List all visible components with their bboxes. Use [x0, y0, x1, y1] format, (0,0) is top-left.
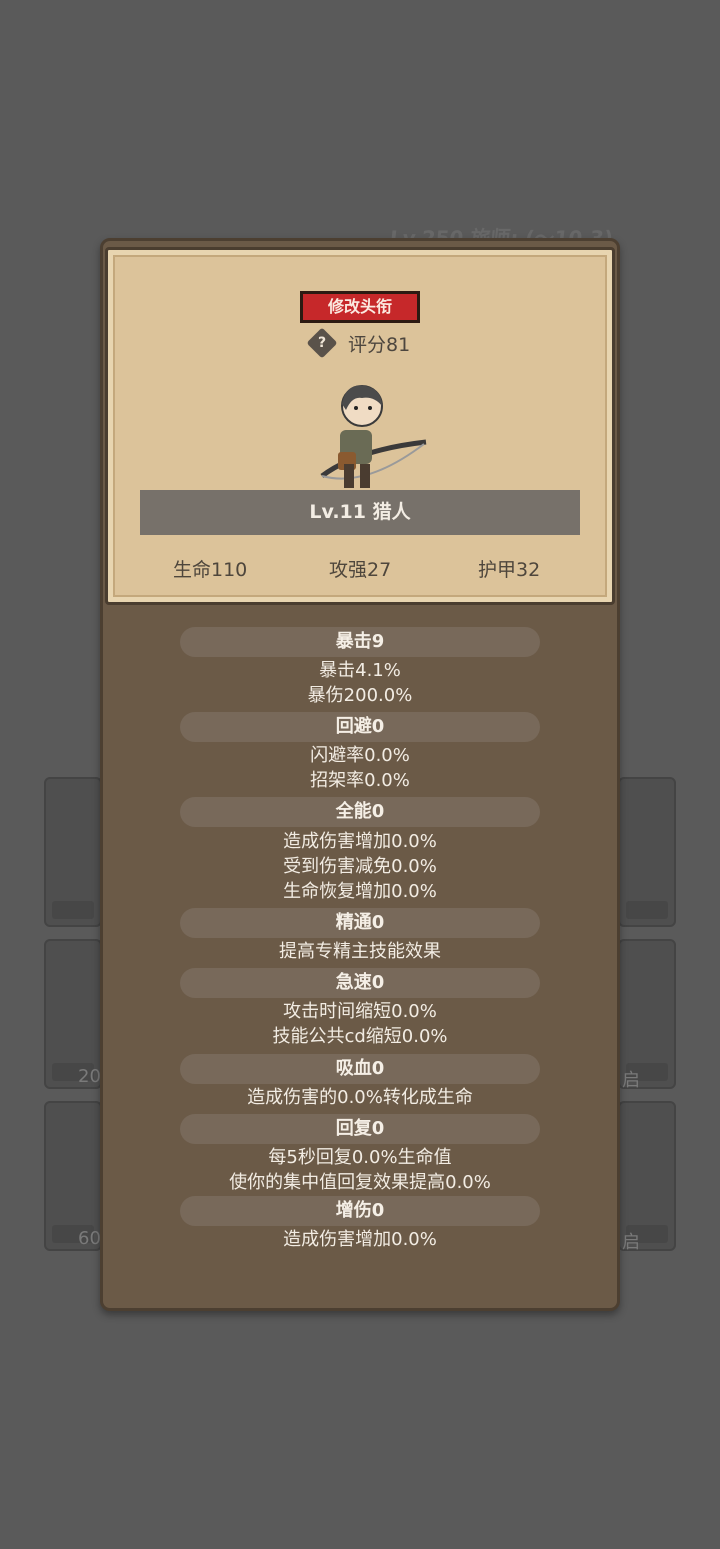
- attribute-header-lifesteal: 吸血0: [180, 1054, 540, 1084]
- attribute-line: 生命恢复增加0.0%: [283, 881, 437, 902]
- score-label: 评分81: [348, 334, 411, 356]
- attribute-line: 使你的集中值回复效果提高0.0%: [229, 1172, 491, 1193]
- stat-armor: 护甲32: [478, 559, 541, 581]
- stat-hp: 生命110: [173, 559, 248, 581]
- attribute-line: 技能公共cd缩短0.0%: [272, 1026, 448, 1047]
- attribute-line: 攻击时间缩短0.0%: [283, 1001, 437, 1022]
- attribute-header-haste: 急速0: [180, 968, 540, 998]
- attribute-header-regen: 回复0: [180, 1114, 540, 1144]
- attribute-line: 造成伤害的0.0%转化成生命: [247, 1087, 473, 1108]
- rename-title-button[interactable]: 修改头衔: [300, 291, 420, 323]
- attribute-line: 每5秒回复0.0%生命值: [268, 1147, 452, 1168]
- background-tile-label: 启: [622, 1070, 640, 1091]
- attribute-header-versatility: 全能0: [180, 797, 540, 827]
- hunter-character-icon: [320, 385, 427, 488]
- attribute-line: 暴伤200.0%: [307, 685, 413, 706]
- help-icon[interactable]: ?: [306, 327, 338, 359]
- attribute-line: 提高专精主技能效果: [279, 941, 441, 962]
- attribute-header-damage-bonus: 增伤0: [180, 1196, 540, 1226]
- attribute-header-dodge: 回避0: [180, 712, 540, 742]
- attribute-line: 暴击4.1%: [319, 660, 401, 681]
- attribute-line: 造成伤害增加0.0%: [283, 1229, 437, 1250]
- attribute-line: 受到伤害减免0.0%: [283, 856, 437, 877]
- attribute-line: 闪避率0.0%: [310, 745, 410, 766]
- help-glyph: ?: [317, 335, 327, 351]
- background-tile-label: 60: [78, 1228, 101, 1249]
- stat-attack: 攻强27: [329, 559, 392, 581]
- character-name-bar: Lv.11 猎人: [140, 490, 580, 535]
- attribute-line: 招架率0.0%: [310, 770, 410, 791]
- attribute-header-crit: 暴击9: [180, 627, 540, 657]
- background-tile-label: 启: [622, 1232, 640, 1253]
- attribute-line: 造成伤害增加0.0%: [283, 831, 437, 852]
- background-tile: [44, 777, 102, 927]
- attribute-header-mastery: 精通0: [180, 908, 540, 938]
- background-tile: [618, 777, 676, 927]
- background-tile-label: 20: [78, 1066, 101, 1087]
